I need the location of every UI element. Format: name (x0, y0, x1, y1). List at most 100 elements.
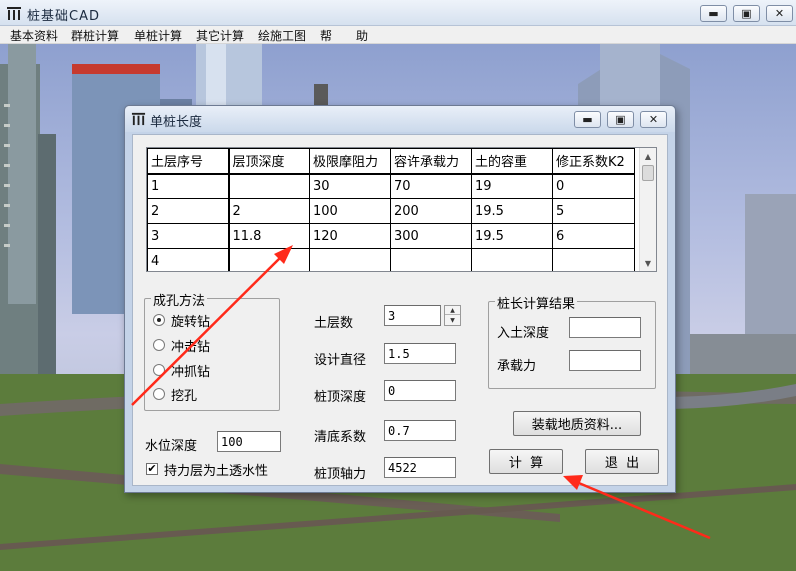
grid-cell[interactable]: 70 (390, 173, 472, 199)
grid-cell[interactable] (228, 173, 310, 199)
radio-label: 冲抓钻 (171, 364, 211, 380)
grid-header-cell: 容许承载力 (390, 148, 472, 175)
grid-row: 1 30 70 19 0 (147, 173, 635, 199)
app-icon (7, 7, 21, 20)
grid-vertical-scrollbar[interactable]: ▲ ▼ (639, 148, 656, 271)
minimize-button[interactable]: ▬ (700, 5, 727, 22)
embedment-depth-label: 入土深度 (497, 326, 550, 341)
radio-percussion-drill[interactable]: 冲击钻 (153, 336, 211, 355)
grid-cell[interactable] (390, 248, 472, 271)
radio-grab-drill[interactable]: 冲抓钻 (153, 361, 211, 380)
grid-cell[interactable]: 19.5 (471, 223, 553, 249)
pile-top-depth-label: 桩顶深度 (314, 390, 367, 405)
grid-cell[interactable]: 100 (309, 198, 391, 224)
grid-cell[interactable] (552, 248, 635, 271)
soil-layer-count-input[interactable] (384, 305, 441, 326)
app-title: 桩基础CAD (27, 9, 100, 24)
drilling-method-group: 成孔方法 旋转钻 冲击钻 冲抓钻 挖孔 (144, 290, 280, 411)
maximize-icon: ▣ (741, 7, 752, 20)
grid-header-cell: 土层序号 (147, 148, 230, 175)
grid-header-cell: 土的容重 (471, 148, 553, 175)
grid-cell[interactable]: 2 (228, 198, 310, 224)
grid-header-cell: 层顶深度 (228, 148, 310, 175)
menu-pile-group[interactable]: 群桩计算 (71, 27, 119, 44)
grid-cell[interactable] (471, 248, 553, 271)
minimize-icon: ▬ (582, 113, 593, 126)
grid-cell[interactable]: 5 (552, 198, 635, 224)
menubar: 基本资料 群桩计算 单桩计算 其它计算 绘施工图 帮 助 (0, 26, 796, 44)
menu-basic-data[interactable]: 基本资料 (10, 27, 58, 44)
grid-cell[interactable]: 19.5 (471, 198, 553, 224)
grid-cell[interactable]: 6 (552, 223, 635, 249)
embedment-depth-output (569, 317, 641, 338)
close-button[interactable]: ✕ (766, 5, 793, 22)
bottom-cleaning-coef-input[interactable] (384, 420, 456, 441)
dialog-title: 单桩长度 (150, 115, 203, 130)
grid-cell[interactable] (228, 248, 310, 271)
grid-cell[interactable]: 11.8 (228, 223, 310, 249)
radio-label: 冲击钻 (171, 339, 211, 355)
radio-dot-icon (153, 339, 165, 351)
scroll-thumb[interactable] (642, 165, 654, 181)
dialog-titlebar: 单桩长度 ▬ ▣ ✕ (125, 106, 675, 132)
minimize-icon: ▬ (708, 7, 719, 20)
grid-cell[interactable]: 2 (147, 198, 230, 224)
bearing-layer-checkbox[interactable]: ✔ (146, 463, 158, 475)
dialog-maximize-button[interactable]: ▣ (607, 111, 634, 128)
grid-cell[interactable]: 4 (147, 248, 230, 271)
scroll-up-arrow-icon[interactable]: ▲ (640, 148, 656, 164)
grid-cell[interactable]: 30 (309, 173, 391, 199)
menu-help-2[interactable]: 助 (356, 27, 368, 44)
spin-up-icon[interactable]: ▲ (445, 306, 460, 315)
menu-help-1[interactable]: 帮 (320, 27, 332, 44)
menu-drawings[interactable]: 绘施工图 (258, 27, 306, 44)
pile-length-result-group: 桩长计算结果 入土深度 承载力 (488, 293, 656, 389)
grid-cell[interactable]: 0 (552, 173, 635, 199)
bottom-cleaning-coef-label: 清底系数 (314, 430, 367, 445)
grid-cell[interactable]: 1 (147, 173, 230, 199)
close-icon: ✕ (774, 7, 785, 20)
close-icon: ✕ (648, 113, 659, 126)
grid-cell[interactable]: 19 (471, 173, 553, 199)
radio-dot-icon (153, 388, 165, 400)
grid-cell[interactable] (309, 248, 391, 271)
pile-top-depth-input[interactable] (384, 380, 456, 401)
radio-label: 挖孔 (171, 388, 198, 404)
soil-layer-count-spinner[interactable]: ▲ ▼ (444, 305, 461, 326)
drilling-method-legend: 成孔方法 (151, 290, 208, 309)
load-geology-button[interactable]: 装载地质资料... (513, 411, 641, 436)
radio-dot-icon (153, 364, 165, 376)
dialog-body: 土层序号 层顶深度 极限摩阻力 容许承载力 土的容重 修正系数K2 1 30 7… (132, 134, 668, 486)
grid-cell[interactable]: 300 (390, 223, 472, 249)
grid-row: 3 11.8 120 300 19.5 6 (147, 223, 635, 249)
bearing-capacity-label: 承载力 (497, 359, 537, 374)
grid-cell[interactable]: 3 (147, 223, 230, 249)
compute-button[interactable]: 计 算 (489, 449, 563, 474)
dialog-close-button[interactable]: ✕ (640, 111, 667, 128)
soil-layer-count-label: 土层数 (314, 316, 354, 331)
grid-header-row: 土层序号 层顶深度 极限摩阻力 容许承载力 土的容重 修正系数K2 (147, 148, 635, 175)
scroll-down-arrow-icon[interactable]: ▼ (640, 255, 656, 271)
water-depth-input[interactable] (217, 431, 281, 452)
dialog-minimize-button[interactable]: ▬ (574, 111, 601, 128)
exit-button[interactable]: 退 出 (585, 449, 659, 474)
pile-length-result-legend: 桩长计算结果 (495, 293, 578, 312)
menu-single-pile[interactable]: 单桩计算 (134, 27, 182, 44)
pile-top-axial-force-input[interactable] (384, 457, 456, 478)
soil-layer-grid[interactable]: 土层序号 层顶深度 极限摩阻力 容许承载力 土的容重 修正系数K2 1 30 7… (146, 147, 657, 272)
grid-row: 2 2 100 200 19.5 5 (147, 198, 635, 224)
spin-down-icon[interactable]: ▼ (445, 316, 460, 325)
radio-dot-icon (153, 314, 165, 326)
dialog-app-icon (131, 112, 146, 126)
design-diameter-input[interactable] (384, 343, 456, 364)
grid-cell[interactable]: 200 (390, 198, 472, 224)
grid-row: 4 (147, 248, 635, 271)
menu-other-calc[interactable]: 其它计算 (196, 27, 244, 44)
maximize-button[interactable]: ▣ (733, 5, 760, 22)
radio-dug-hole[interactable]: 挖孔 (153, 385, 198, 404)
radio-rotary-drill[interactable]: 旋转钻 (153, 311, 210, 330)
grid-header-cell: 修正系数K2 (552, 148, 635, 175)
maximize-icon: ▣ (615, 113, 626, 126)
bearing-layer-label: 持力层为土透水性 (164, 464, 269, 479)
grid-cell[interactable]: 120 (309, 223, 391, 249)
